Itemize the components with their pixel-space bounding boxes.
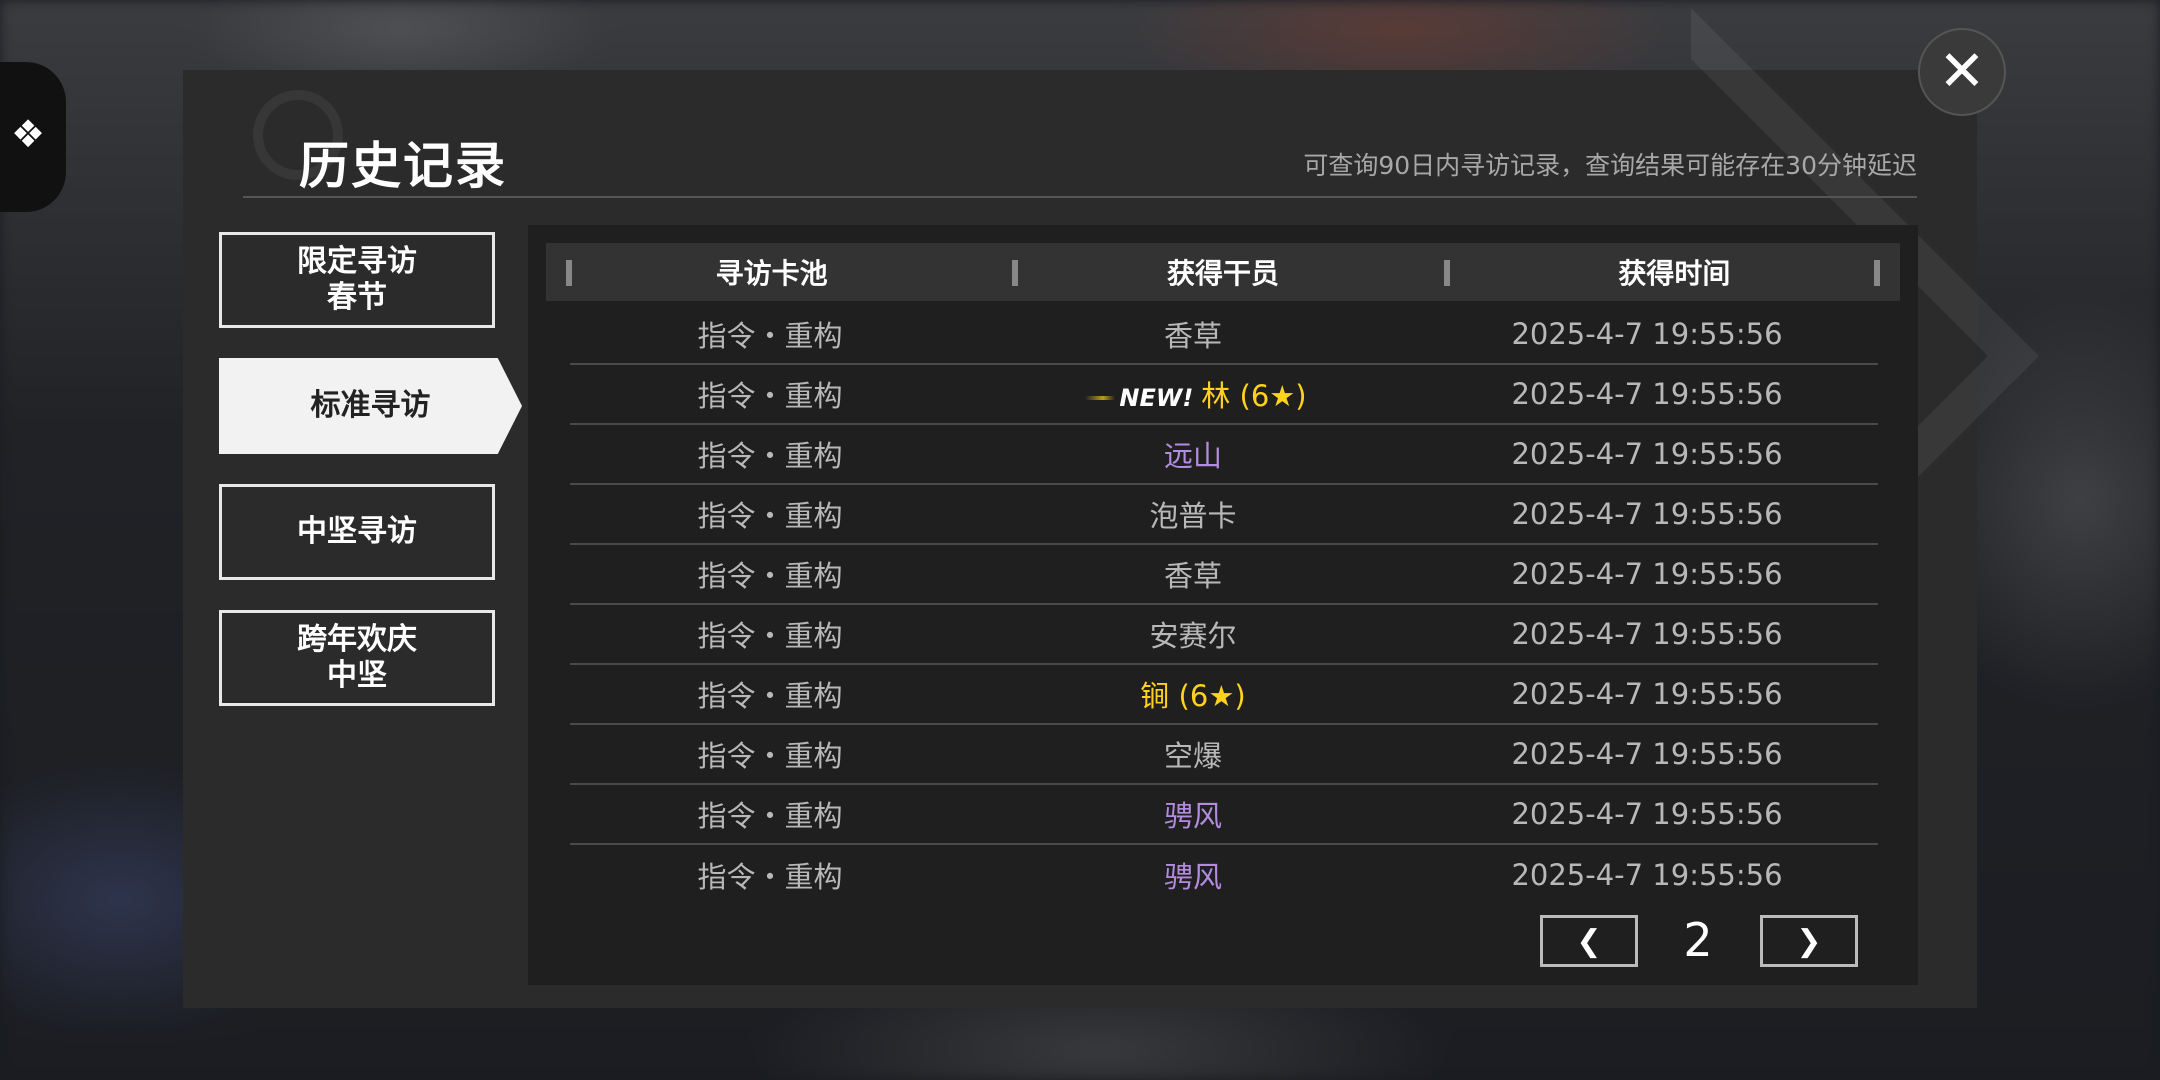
column-header-time: 获得时间 xyxy=(1618,257,1731,290)
table-row: 指令・重构 骋风 2025-4-7 19:55:56 xyxy=(570,845,1878,905)
table-row: 指令・重构 香草 2025-4-7 19:55:56 xyxy=(570,545,1878,605)
operator-cell: 锏 (6★) xyxy=(970,673,1416,715)
operator-name: 香草 xyxy=(1163,559,1222,593)
time-cell: 2025-4-7 19:55:56 xyxy=(1511,317,1783,351)
table-body: 指令・重构 香草 2025-4-7 19:55:56 指令・重构 NEW! 林 (6★) 2… xyxy=(570,305,1878,905)
operator-name: 骋风 xyxy=(1163,799,1222,833)
operator-cell: 空爆 xyxy=(970,733,1416,775)
title-divider xyxy=(243,196,1917,198)
operator-name: 远山 xyxy=(1163,439,1222,473)
time-cell: 2025-4-7 19:55:56 xyxy=(1511,557,1783,591)
operator-cell: 泡普卡 xyxy=(970,493,1416,535)
time-cell: 2025-4-7 19:55:56 xyxy=(1511,497,1783,531)
close-icon: ✕ xyxy=(1938,39,1986,104)
pool-cell: 指令・重构 xyxy=(697,860,843,894)
side-drawer-tab[interactable]: ❖ xyxy=(0,62,66,212)
operator-cell: 骋风 xyxy=(970,793,1416,835)
operator-name: 香草 xyxy=(1163,319,1222,353)
pool-cell: 指令・重构 xyxy=(697,499,843,533)
close-button[interactable]: ✕ xyxy=(1918,28,2006,116)
sidebar-item-newyear-core[interactable]: 跨年欢庆 中坚 xyxy=(219,610,495,706)
sidebar-item-standard[interactable]: 标准寻访 xyxy=(219,358,522,454)
time-cell: 2025-4-7 19:55:56 xyxy=(1511,617,1783,651)
pool-cell: 指令・重构 xyxy=(697,559,843,593)
operator-cell: 远山 xyxy=(970,433,1416,475)
chevron-left-icon: ❮ xyxy=(1576,923,1602,959)
time-cell: 2025-4-7 19:55:56 xyxy=(1511,797,1783,831)
operator-cell: 骋风 xyxy=(970,854,1416,896)
operator-cell: 香草 xyxy=(970,553,1416,595)
operator-cell: 香草 xyxy=(970,313,1416,355)
table-row: 指令・重构 空爆 2025-4-7 19:55:56 xyxy=(570,725,1878,785)
pool-cell: 指令・重构 xyxy=(697,799,843,833)
sidebar-item-limited-spring[interactable]: 限定寻访 春节 xyxy=(219,232,495,328)
column-header-pool: 寻访卡池 xyxy=(715,257,828,290)
time-cell: 2025-4-7 19:55:56 xyxy=(1511,737,1783,771)
pool-cell: 指令・重构 xyxy=(697,619,843,653)
query-notice: 可查询90日内寻访记录，查询结果可能存在30分钟延迟 xyxy=(1303,151,1917,180)
records-table: 寻访卡池 获得干员 获得时间 指令・重构 香草 2025-4-7 19:55:56 指… xyxy=(528,225,1918,985)
column-header-operator: 获得干员 xyxy=(1166,257,1279,290)
pool-cell: 指令・重构 xyxy=(697,739,843,773)
table-row: 指令・重构 锏 (6★) 2025-4-7 19:55:56 xyxy=(570,665,1878,725)
pool-cell: 指令・重构 xyxy=(697,679,843,713)
page-title: 历史记录 xyxy=(299,137,507,195)
history-panel: 历史记录 可查询90日内寻访记录，查询结果可能存在30分钟延迟 限定寻访 春节 … xyxy=(183,8,2039,1008)
table-row: 指令・重构 NEW! 林 (6★) 2025-4-7 19:55:56 xyxy=(570,365,1878,425)
time-cell: 2025-4-7 19:55:56 xyxy=(1511,437,1783,471)
operator-cell: NEW! 林 (6★) xyxy=(970,373,1416,415)
table-row: 指令・重构 安赛尔 2025-4-7 19:55:56 xyxy=(570,605,1878,665)
chevron-right-icon: ❯ xyxy=(1796,923,1822,959)
table-row: 指令・重构 泡普卡 2025-4-7 19:55:56 xyxy=(570,485,1878,545)
operator-name: 骋风 xyxy=(1163,860,1222,894)
header-separator xyxy=(1874,260,1880,286)
table-row: 指令・重构 香草 2025-4-7 19:55:56 xyxy=(570,305,1878,365)
table-header: 寻访卡池 获得干员 获得时间 xyxy=(546,243,1900,301)
new-badge: NEW! xyxy=(1079,384,1194,412)
sidebar-item-core[interactable]: 中坚寻访 xyxy=(219,484,495,580)
table-row: 指令・重构 骋风 2025-4-7 19:55:56 xyxy=(570,785,1878,845)
pool-cell: 指令・重构 xyxy=(697,439,843,473)
prev-page-button[interactable]: ❮ xyxy=(1540,915,1638,967)
operator-cell: 安赛尔 xyxy=(970,613,1416,655)
operator-name: 安赛尔 xyxy=(1149,619,1237,653)
operator-name: 泡普卡 xyxy=(1149,499,1237,533)
pool-cell: 指令・重构 xyxy=(697,379,843,413)
time-cell: 2025-4-7 19:55:56 xyxy=(1511,677,1783,711)
operator-name: 空爆 xyxy=(1163,739,1222,773)
time-cell: 2025-4-7 19:55:56 xyxy=(1511,858,1783,892)
operator-name: 林 (6★) xyxy=(1201,379,1307,413)
pool-cell: 指令・重构 xyxy=(697,319,843,353)
time-cell: 2025-4-7 19:55:56 xyxy=(1511,377,1783,411)
page-number: 2 xyxy=(1683,913,1713,967)
next-page-button[interactable]: ❯ xyxy=(1760,915,1858,967)
puzzle-icon: ❖ xyxy=(10,112,46,156)
table-row: 指令・重构 远山 2025-4-7 19:55:56 xyxy=(570,425,1878,485)
operator-name: 锏 (6★) xyxy=(1140,679,1246,713)
